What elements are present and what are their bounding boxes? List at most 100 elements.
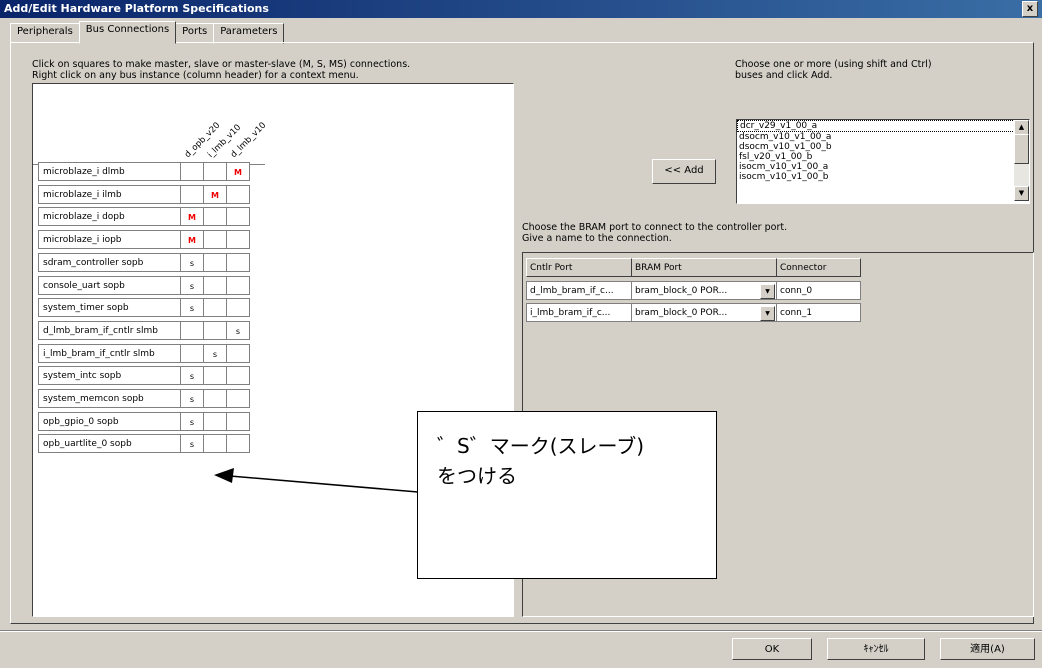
connection-cell[interactable]: [227, 366, 250, 386]
add-bus-button[interactable]: << Add: [652, 159, 716, 184]
connection-cell[interactable]: [204, 207, 227, 227]
connection-cell[interactable]: s: [181, 389, 204, 408]
callout-line-1: ゛S゛マーク(スレーブ): [437, 434, 645, 458]
bus-list-item[interactable]: dsocm_v10_v1_00_a: [737, 132, 1029, 142]
bus-list-item[interactable]: isocm_v10_v1_00_b: [737, 172, 1029, 182]
apply-button[interactable]: 適用(A): [940, 638, 1035, 660]
connection-cell[interactable]: [204, 162, 227, 181]
connection-cell[interactable]: [227, 298, 250, 318]
matrix-row-label: microblaze_i dlmb: [38, 162, 181, 181]
bus-list-item[interactable]: dsocm_v10_v1_00_b: [737, 142, 1029, 152]
connection-cell[interactable]: s: [181, 366, 204, 386]
bus-list-scrollbar[interactable]: ▲ ▼: [1014, 120, 1029, 201]
col-header-connector[interactable]: Connector: [777, 258, 861, 277]
close-button[interactable]: x: [1022, 1, 1038, 17]
connection-cell[interactable]: s: [181, 434, 204, 454]
tab-peripherals[interactable]: Peripherals: [10, 23, 80, 44]
connection-cell[interactable]: [204, 230, 227, 250]
matrix-row-label: sdram_controller sopb: [38, 252, 181, 272]
chevron-down-icon[interactable]: ▼: [760, 306, 775, 321]
matrix-row-label: i_lmb_bram_if_cntlr slmb: [38, 343, 181, 363]
matrix-row-label: microblaze_i dopb: [38, 207, 181, 227]
connection-cell[interactable]: M: [204, 184, 227, 204]
connector-field[interactable]: conn_0: [777, 281, 861, 300]
connection-cell[interactable]: [227, 207, 250, 227]
connection-cell[interactable]: s: [181, 298, 204, 318]
instruction-line-1: Click on squares to make master, slave o…: [32, 59, 411, 70]
matrix-row: microblaze_i dlmb M: [38, 162, 250, 183]
connection-cell[interactable]: [227, 389, 250, 408]
connection-cell[interactable]: [227, 252, 250, 272]
matrix-row: opb_gpio_0 sopb s: [38, 411, 250, 433]
matrix-row: opb_uartlite_0 sopb s: [38, 434, 250, 455]
tab-bus-connections[interactable]: Bus Connections: [78, 21, 177, 44]
connection-cell[interactable]: [181, 184, 204, 204]
scroll-up-icon[interactable]: ▲: [1014, 120, 1029, 135]
matrix-row-label: opb_gpio_0 sopb: [38, 411, 181, 431]
bus-list-item[interactable]: dcr_v29_v1_00_a: [737, 120, 1029, 132]
bram-instructions: Choose the BRAM port to connect to the c…: [522, 222, 922, 244]
bus-list-item[interactable]: isocm_v10_v1_00_a: [737, 162, 1029, 172]
connection-cell[interactable]: [227, 434, 250, 454]
tab-parameters[interactable]: Parameters: [213, 23, 285, 44]
connection-cell[interactable]: [227, 275, 250, 295]
chevron-down-icon[interactable]: ▼: [760, 284, 775, 299]
matrix-row: d_lmb_bram_if_cntlr slmb s: [38, 320, 250, 342]
bus-list-item[interactable]: fsl_v20_v1_00_b: [737, 152, 1029, 162]
connection-cell[interactable]: [204, 275, 227, 295]
connection-cell[interactable]: M: [181, 230, 204, 250]
matrix-row: console_uart sopb s: [38, 275, 250, 297]
connection-cell[interactable]: [204, 320, 227, 340]
bram-port-value: bram_block_0 POR...: [635, 308, 728, 318]
choose-line-1: Choose one or more (using shift and Ctrl…: [735, 59, 932, 70]
connection-cell[interactable]: [227, 230, 250, 250]
matrix-row-label: system_timer sopb: [38, 298, 181, 318]
matrix-row-label: system_intc sopb: [38, 366, 181, 386]
connection-cell[interactable]: [181, 162, 204, 181]
connection-cell[interactable]: s: [227, 320, 250, 340]
connection-cell[interactable]: [204, 389, 227, 408]
bus-list-items: dcr_v29_v1_00_a dsocm_v10_v1_00_a dsocm_v1…: [737, 120, 1029, 182]
col-header-bram-port[interactable]: BRAM Port: [632, 258, 777, 277]
connection-cell[interactable]: [204, 434, 227, 454]
connection-cell[interactable]: [204, 298, 227, 318]
connection-cell[interactable]: s: [181, 275, 204, 295]
bram-table-header: Cntlr Port BRAM Port Connector: [526, 258, 861, 279]
matrix-row: microblaze_i iopb M: [38, 230, 250, 251]
instruction-line-2: Right click on any bus instance (column …: [32, 70, 359, 81]
bram-instruction-2: Give a name to the connection.: [522, 233, 672, 244]
cancel-button[interactable]: ｷｬﾝｾﾙ: [827, 638, 925, 660]
connection-cell[interactable]: [227, 343, 250, 363]
connection-cell[interactable]: [227, 411, 250, 431]
tab-strip: Peripherals Bus Connections Ports Parame…: [10, 21, 285, 44]
connection-cell[interactable]: s: [181, 252, 204, 272]
matrix-row: system_timer sopb s: [38, 298, 250, 319]
bus-choose-instructions: Choose one or more (using shift and Ctrl…: [735, 59, 1025, 81]
matrix-row: i_lmb_bram_if_cntlr slmb s: [38, 343, 250, 365]
matrix-instructions: Click on squares to make master, slave o…: [32, 59, 552, 81]
connection-cell[interactable]: [181, 320, 204, 340]
bram-instruction-1: Choose the BRAM port to connect to the c…: [522, 222, 788, 233]
bus-list[interactable]: dcr_v29_v1_00_a dsocm_v10_v1_00_a dsocm_v1…: [736, 119, 1030, 204]
scroll-down-icon[interactable]: ▼: [1014, 186, 1029, 201]
matrix-row: sdram_controller sopb s: [38, 252, 250, 274]
bram-table-row: d_lmb_bram_if_c... bram_block_0 POR... ▼ …: [526, 281, 861, 302]
ok-button[interactable]: OK: [732, 638, 812, 660]
scroll-thumb[interactable]: [1014, 134, 1029, 164]
connector-field[interactable]: conn_1: [777, 303, 861, 322]
connection-cell[interactable]: M: [227, 162, 250, 181]
tab-ports[interactable]: Ports: [175, 23, 215, 44]
bram-port-select[interactable]: bram_block_0 POR... ▼: [632, 281, 777, 300]
connection-cell[interactable]: s: [181, 411, 204, 431]
connection-cell[interactable]: M: [181, 207, 204, 227]
col-header-cntlr-port[interactable]: Cntlr Port: [526, 258, 632, 277]
matrix-row-label: system_memcon sopb: [38, 389, 181, 408]
connection-cell[interactable]: [204, 411, 227, 431]
connection-cell[interactable]: [181, 343, 204, 363]
connection-cell[interactable]: [204, 252, 227, 272]
matrix-row: system_intc sopb s: [38, 366, 250, 387]
bram-port-select[interactable]: bram_block_0 POR... ▼: [632, 303, 777, 322]
connection-cell[interactable]: [204, 366, 227, 386]
connection-cell[interactable]: [227, 184, 250, 204]
connection-cell[interactable]: s: [204, 343, 227, 363]
